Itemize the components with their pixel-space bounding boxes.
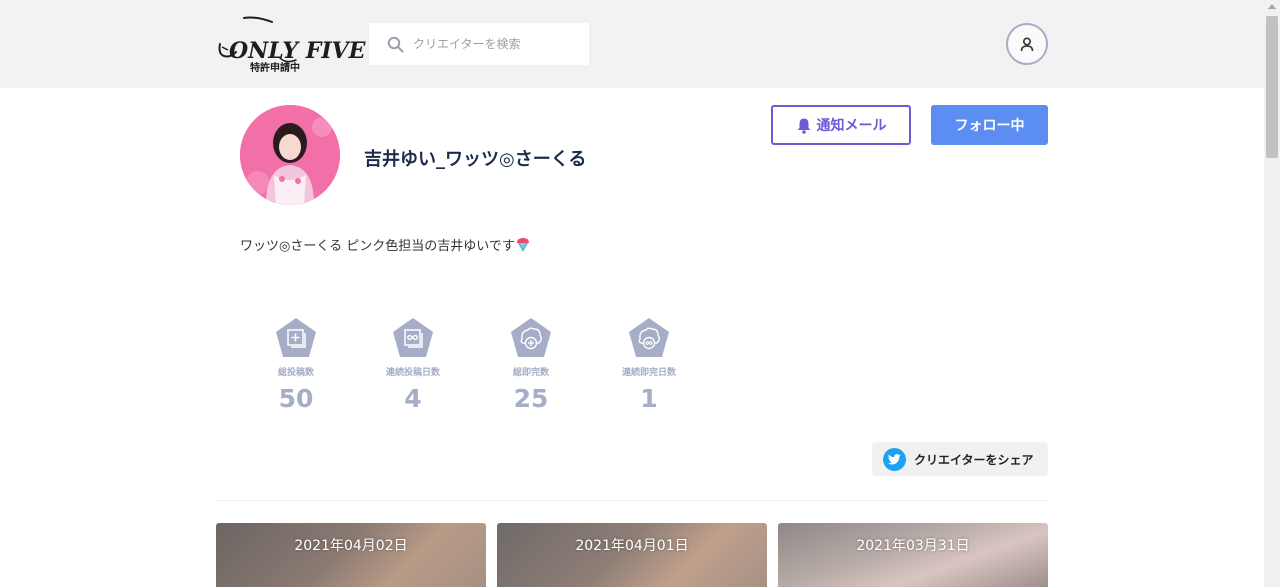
page-scrollbar[interactable] [1264,0,1280,587]
notify-mail-button[interactable]: 通知メール [771,105,911,145]
post-thumbnail [216,523,486,587]
stat-total-posts: 総投稿数 50 [246,316,346,414]
follow-button[interactable]: フォロー中 [931,105,1048,145]
post-date: 2021年04月01日 [575,538,689,554]
post-date: 2021年03月31日 [856,538,970,554]
infinity-post-icon [393,318,433,357]
account-menu-button[interactable] [1006,23,1048,65]
creator-avatar [240,105,340,205]
creator-name: 吉井ゆい_ワッツ◎さーくる [364,149,587,170]
site-header: ONLY FIVE 特許申請中 [0,0,1264,88]
post-thumbnail [497,523,767,587]
post-card[interactable]: 2021年03月31日 [778,523,1048,587]
section-divider [216,500,1048,501]
stat-label: 総即完数 [512,368,549,378]
post-add-icon [276,318,316,357]
infinity-sold-out-icon [629,318,669,357]
stat-value: 25 [513,384,549,413]
stat-label: 連続投稿日数 [385,368,440,378]
share-creator-button[interactable]: クリエイターをシェア [872,442,1048,476]
post-card[interactable]: 2021年04月02日 [216,523,486,587]
creator-search[interactable] [369,23,589,65]
post-card[interactable]: 2021年04月01日 [497,523,767,587]
stat-label: 連続即完日数 [621,368,676,378]
stat-value: 50 [278,384,314,413]
bell-icon [797,118,810,134]
stat-label: 総投稿数 [277,368,314,378]
stat-value: 4 [404,384,422,413]
user-icon [1020,37,1034,52]
follow-label: フォロー中 [954,117,1025,133]
twitter-icon [883,447,906,471]
scroll-up-arrow-icon[interactable] [1268,4,1276,9]
stat-consecutive-post-days: 連続投稿日数 4 [363,316,463,414]
logo-patent-pending: 特許申請中 [250,63,300,74]
bio-text: ワッツ◎さーくる ピンク色担当の吉井ゆいです [240,239,515,254]
notify-mail-label: 通知メール [816,117,887,133]
creator-photo [240,105,340,205]
share-label: クリエイターをシェア [914,452,1034,467]
post-thumbnail [778,523,1048,587]
stat-value: 1 [640,384,658,413]
stat-total-sold-out: 総即完数 25 [481,316,581,414]
sold-out-icon [511,318,551,357]
search-input[interactable] [413,23,583,65]
stat-consecutive-sold-out-days: 連続即完日数 1 [599,316,699,414]
creator-bio: ワッツ◎さーくる ピンク色担当の吉井ゆいです [240,235,530,254]
shaved-ice-emoji-icon [516,237,529,252]
search-icon [387,36,404,53]
post-date: 2021年04月02日 [294,538,408,554]
scroll-thumb[interactable] [1266,16,1278,158]
onlyfive-logo[interactable]: ONLY FIVE 特許申請中 [216,14,365,74]
